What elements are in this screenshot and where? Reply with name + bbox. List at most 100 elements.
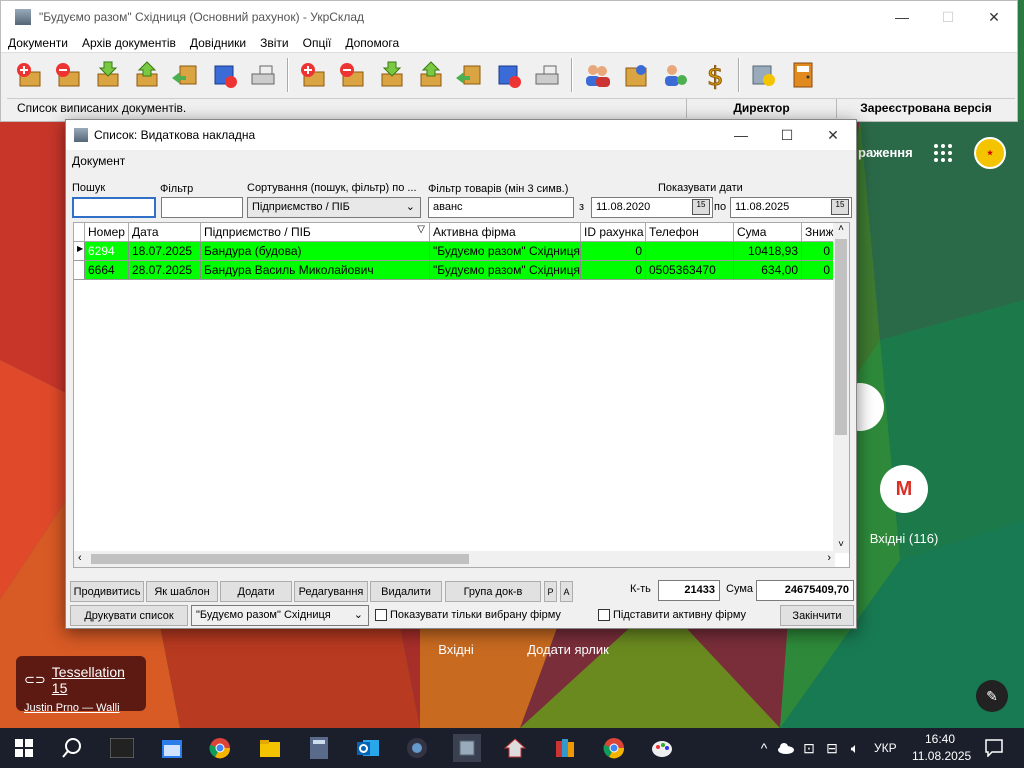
- windows-start-icon[interactable]: [12, 736, 36, 760]
- terminal-icon[interactable]: [110, 736, 134, 760]
- house-icon[interactable]: [503, 736, 527, 760]
- col-discount[interactable]: Зниж: [802, 223, 834, 241]
- notifications-icon[interactable]: [982, 736, 1006, 760]
- books-icon[interactable]: [553, 736, 577, 760]
- firm-select[interactable]: "Будуємо разом" Східниця ⌄: [191, 605, 369, 626]
- wallpaper-info-card[interactable]: ⊂⊃ Tessellation 15 Justin Prno — Walli: [16, 656, 146, 714]
- menu-references[interactable]: Довідники: [183, 36, 253, 50]
- chevron-up-icon[interactable]: ^: [752, 736, 776, 760]
- clock[interactable]: 16:40 11.08.2025: [912, 732, 971, 763]
- calendar-app-icon[interactable]: [160, 736, 184, 760]
- menu-archive[interactable]: Архів документів: [75, 36, 183, 50]
- gmail-icon[interactable]: M: [880, 465, 928, 513]
- add-button[interactable]: Додати: [220, 581, 292, 602]
- dialog-minimize-button[interactable]: —: [718, 120, 764, 150]
- show-selected-firm-checkbox[interactable]: [375, 609, 387, 621]
- date-to-input[interactable]: 11.08.2025 15: [730, 197, 852, 218]
- language-indicator[interactable]: УКР: [874, 741, 897, 755]
- view-button[interactable]: Продивитись: [70, 581, 144, 602]
- settings-tools-icon[interactable]: [746, 57, 782, 93]
- col-number[interactable]: Номер: [85, 223, 129, 241]
- add-shortcut[interactable]: Додати ярлик: [520, 642, 616, 657]
- calendar-icon[interactable]: 15: [831, 199, 849, 215]
- paint-icon[interactable]: [650, 736, 674, 760]
- return-archive-icon[interactable]: [490, 57, 526, 93]
- move-archive-icon[interactable]: [451, 57, 487, 93]
- users-icon[interactable]: [579, 57, 615, 93]
- inbox-shortcut[interactable]: Вхідні: [430, 642, 482, 657]
- arrow-down-archive-icon[interactable]: [373, 57, 409, 93]
- remove-archive-icon[interactable]: [334, 57, 370, 93]
- menu-options[interactable]: Опції: [296, 36, 339, 50]
- gmail-label[interactable]: Вхідні (116): [864, 531, 944, 546]
- chrome-icon[interactable]: [208, 736, 232, 760]
- date-from-input[interactable]: 11.08.2020 15: [591, 197, 713, 218]
- search-icon[interactable]: [60, 736, 84, 760]
- calculator-icon[interactable]: [307, 736, 331, 760]
- user-settings-icon[interactable]: [657, 57, 693, 93]
- exit-door-icon[interactable]: [785, 57, 821, 93]
- maximize-button[interactable]: ☐: [925, 1, 971, 33]
- delete-button[interactable]: Видалити: [370, 581, 442, 602]
- print-list-button[interactable]: Друкувати список: [70, 605, 188, 626]
- a-button[interactable]: A: [560, 581, 573, 602]
- col-active-firm[interactable]: Активна фірма: [430, 223, 581, 241]
- arrow-up-box-icon[interactable]: [128, 57, 164, 93]
- scroll-right-icon[interactable]: ›: [827, 552, 831, 564]
- dialog-maximize-button[interactable]: ☐: [764, 120, 810, 150]
- sort-select[interactable]: Підприємство / ПІБ ⌄: [247, 197, 421, 218]
- close-button[interactable]: ✕: [971, 1, 1017, 33]
- scroll-left-icon[interactable]: ‹: [78, 552, 82, 564]
- network-icon[interactable]: ⊟: [820, 736, 844, 760]
- camera-icon[interactable]: [405, 736, 429, 760]
- cash-register-icon[interactable]: [245, 57, 281, 93]
- col-sum[interactable]: Сума: [734, 223, 802, 241]
- wallpaper-author[interactable]: Justin Prno — Walli: [24, 702, 138, 714]
- return-box-icon[interactable]: [206, 57, 242, 93]
- cloud-icon[interactable]: [774, 736, 798, 760]
- vertical-scrollbar[interactable]: ˄ ˅: [833, 223, 849, 553]
- scroll-down-icon[interactable]: ˅: [833, 539, 849, 553]
- p-button[interactable]: P: [544, 581, 557, 602]
- table-row[interactable]: 6664 28.07.2025 Бандура Василь Миколайов…: [74, 261, 834, 280]
- dollar-icon[interactable]: $: [696, 57, 732, 93]
- chrome-icon[interactable]: [602, 736, 626, 760]
- outlook-icon[interactable]: [356, 736, 380, 760]
- remove-box-icon[interactable]: [50, 57, 86, 93]
- profile-logo-icon[interactable]: ★: [974, 137, 1006, 169]
- arrow-up-archive-icon[interactable]: [412, 57, 448, 93]
- vertical-scroll-thumb[interactable]: [835, 239, 847, 435]
- menu-help[interactable]: Допомога: [338, 36, 406, 50]
- as-template-button[interactable]: Як шаблон: [146, 581, 218, 602]
- meet-icon[interactable]: ⊡: [797, 736, 821, 760]
- col-company[interactable]: Підприємство / ПІБ ▽: [201, 223, 430, 241]
- wallpaper-title[interactable]: Tessellation 15: [52, 664, 138, 696]
- calendar-icon[interactable]: 15: [692, 199, 710, 215]
- minimize-button[interactable]: —: [879, 1, 925, 33]
- add-box-icon[interactable]: [11, 57, 47, 93]
- scroll-up-icon[interactable]: ˄: [833, 223, 849, 237]
- cash-register-archive-icon[interactable]: [529, 57, 565, 93]
- ukrsklad-taskbar-icon[interactable]: [453, 734, 481, 762]
- dialog-close-button[interactable]: ✕: [810, 120, 856, 150]
- arrow-down-box-icon[interactable]: [89, 57, 125, 93]
- filter-input[interactable]: [161, 197, 243, 218]
- goods-filter-input[interactable]: аванс: [428, 197, 574, 218]
- move-box-icon[interactable]: [167, 57, 203, 93]
- horizontal-scroll-thumb[interactable]: [91, 554, 469, 564]
- group-docs-button[interactable]: Група док-в: [445, 581, 541, 602]
- add-archive-icon[interactable]: [295, 57, 331, 93]
- col-account-id[interactable]: ID рахунка: [581, 223, 646, 241]
- menu-reports[interactable]: Звіти: [253, 36, 296, 50]
- edit-pencil-icon[interactable]: ✎: [976, 680, 1008, 712]
- table-row[interactable]: ▶ 6294 18.07.2025 Бандура (будова) "Буду…: [74, 242, 834, 261]
- col-phone[interactable]: Телефон: [646, 223, 734, 241]
- file-explorer-icon[interactable]: [258, 736, 282, 760]
- menu-document[interactable]: Документ: [72, 154, 125, 168]
- edit-button[interactable]: Редагування: [294, 581, 368, 602]
- active-firm-checkbox[interactable]: [598, 609, 610, 621]
- goods-icon[interactable]: [618, 57, 654, 93]
- volume-icon[interactable]: 🔈︎: [843, 736, 867, 760]
- horizontal-scrollbar[interactable]: ‹ ›: [74, 551, 835, 567]
- menu-documents[interactable]: Документи: [1, 36, 75, 50]
